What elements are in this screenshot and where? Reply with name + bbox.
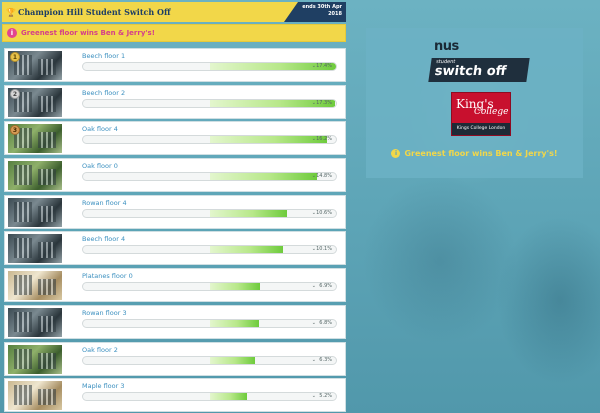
floor-photo bbox=[8, 234, 62, 264]
floor-photo bbox=[8, 161, 62, 191]
medal-icon: 1 bbox=[10, 52, 20, 62]
saving-value: 14.8% bbox=[316, 173, 332, 180]
floor-name-link[interactable]: Beech floor 4 bbox=[82, 235, 125, 243]
floor-name-link[interactable]: Beech floor 2 bbox=[82, 89, 125, 97]
page-header: 🏆 Champion Hill Student Switch Off ends … bbox=[2, 2, 346, 22]
medal-icon: 2 bbox=[10, 88, 20, 99]
floor-name-link[interactable]: Oak floor 4 bbox=[82, 125, 118, 133]
saving-progress-bar: ⌄ 6.9% bbox=[82, 282, 337, 292]
floor-name-link[interactable]: Rowan floor 3 bbox=[82, 309, 127, 317]
floor-name-link[interactable]: Oak floor 2 bbox=[82, 346, 118, 354]
floor-name-link[interactable]: Beech floor 1 bbox=[82, 52, 125, 60]
floor-name-link[interactable]: Rowan floor 4 bbox=[82, 199, 127, 207]
prize-text: Greenest floor wins Ben & Jerry's! bbox=[21, 29, 155, 37]
leaderboard-list: 1 Beech floor 1 ⌄ 17.4% 2 Beech floor 2 ⌄ 17.3%… bbox=[4, 48, 346, 413]
saving-value: 5.2% bbox=[319, 393, 332, 400]
leaderboard-row[interactable]: Beech floor 4 ⌄ 10.1% bbox=[4, 231, 346, 266]
end-date-badge: ends 30th Apr 2018 bbox=[284, 2, 346, 22]
kcl-logo-k2: College bbox=[474, 107, 509, 117]
leaderboard-row[interactable]: 2 Beech floor 2 ⌄ 17.3% bbox=[4, 84, 346, 119]
saving-value: 6.9% bbox=[319, 283, 332, 290]
leaderboard-row[interactable]: Oak floor 2 ⌄ 6.3% bbox=[4, 341, 346, 376]
saving-progress-fill bbox=[209, 393, 248, 401]
saving-progress-bar: ⌄ 6.3% bbox=[82, 355, 337, 365]
leaderboard-row[interactable]: Rowan floor 4 ⌄ 10.6% bbox=[4, 194, 346, 229]
saving-progress-bar: ⌄ 14.8% bbox=[82, 172, 337, 182]
leaderboard-row[interactable]: Oak floor 0 ⌄ 14.8% bbox=[4, 158, 346, 193]
chevron-down-icon[interactable]: ⌄ bbox=[312, 283, 316, 290]
saving-value: 6.8% bbox=[319, 319, 332, 326]
floor-photo: 1 bbox=[8, 51, 62, 80]
kings-college-logo: King's College Kings College London bbox=[451, 92, 511, 136]
saving-progress-bar: ⌄ 17.4% bbox=[82, 62, 337, 71]
leaderboard-row[interactable]: Platanes floor 0 ⌄ 6.9% bbox=[4, 268, 346, 303]
nus-logo: nus bbox=[434, 39, 459, 54]
saving-progress-fill bbox=[209, 319, 259, 327]
saving-progress-bar: ⌄ 17.3% bbox=[82, 98, 337, 108]
switch-off-logo-big: switch off bbox=[433, 64, 508, 79]
saving-progress-fill bbox=[209, 136, 328, 144]
leaderboard-row[interactable]: 3 Oak floor 4 ⌄ 16.2% bbox=[4, 121, 346, 156]
saving-value: 6.3% bbox=[319, 356, 332, 363]
saving-value: 17.3% bbox=[316, 99, 332, 106]
panel-prize-label: Greenest floor wins Ben & Jerry's! bbox=[404, 149, 558, 158]
floor-name-link[interactable]: Maple floor 3 bbox=[82, 382, 125, 390]
saving-progress-bar: ⌄ 10.6% bbox=[82, 208, 337, 218]
info-icon: i bbox=[391, 149, 401, 158]
saving-value: 10.6% bbox=[316, 209, 332, 216]
floor-photo: 3 bbox=[8, 124, 62, 154]
saving-progress-bar: ⌄ 5.2% bbox=[82, 392, 337, 402]
sponsor-panel: nus student switch off King's College Ki… bbox=[366, 28, 583, 178]
saving-progress-fill bbox=[209, 356, 256, 364]
saving-value: 17.4% bbox=[316, 63, 332, 69]
chevron-down-icon[interactable]: ⌄ bbox=[312, 357, 316, 364]
saving-progress-fill bbox=[209, 283, 261, 291]
panel-prize-text: i Greenest floor wins Ben & Jerry's! bbox=[366, 149, 583, 158]
leaderboard-row[interactable]: Rowan floor 3 ⌄ 6.8% bbox=[4, 304, 346, 339]
floor-photo bbox=[8, 307, 62, 337]
floor-photo bbox=[8, 381, 62, 411]
chevron-down-icon[interactable]: ⌄ bbox=[312, 320, 316, 327]
floor-name-link[interactable]: Oak floor 0 bbox=[82, 162, 118, 170]
leaderboard-row[interactable]: 1 Beech floor 1 ⌄ 17.4% bbox=[4, 48, 346, 82]
chevron-down-icon[interactable]: ⌄ bbox=[312, 393, 316, 400]
trophy-icon: 🏆 bbox=[6, 7, 16, 17]
saving-progress-bar: ⌄ 16.2% bbox=[82, 135, 337, 145]
saving-value: 16.2% bbox=[316, 136, 332, 143]
saving-value: 10.1% bbox=[316, 246, 332, 253]
floor-photo: 2 bbox=[8, 87, 62, 117]
end-date-year: 2018 bbox=[328, 11, 342, 17]
floor-photo bbox=[8, 271, 62, 301]
floor-photo bbox=[8, 197, 62, 227]
end-date-text: ends 30th Apr bbox=[302, 4, 342, 10]
saving-progress-fill bbox=[209, 173, 318, 181]
saving-progress-bar: ⌄ 6.8% bbox=[82, 318, 337, 328]
leaderboard-row[interactable]: Maple floor 3 ⌄ 5.2% bbox=[4, 378, 346, 413]
info-icon: i bbox=[7, 28, 17, 38]
saving-progress-bar: ⌄ 10.1% bbox=[82, 245, 337, 255]
page-title: Champion Hill Student Switch Off bbox=[18, 7, 171, 17]
saving-progress-fill bbox=[209, 246, 283, 254]
student-switch-off-logo: student switch off bbox=[428, 58, 530, 82]
saving-progress-fill bbox=[209, 209, 287, 217]
prize-banner: i Greenest floor wins Ben & Jerry's! bbox=[2, 24, 346, 42]
kcl-logo-k3: Kings College London bbox=[452, 123, 510, 135]
floor-photo bbox=[8, 344, 62, 374]
floor-name-link[interactable]: Platanes floor 0 bbox=[82, 272, 133, 280]
